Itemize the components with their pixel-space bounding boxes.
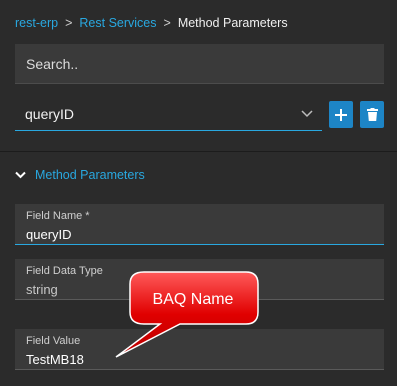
plus-icon <box>335 108 347 121</box>
field-value-input[interactable]: Field Value TestMB18 <box>15 329 384 370</box>
breadcrumb: rest-erp > Rest Services > Method Parame… <box>15 15 288 31</box>
section-divider <box>0 151 397 152</box>
section-header-method-parameters[interactable]: Method Parameters <box>15 166 145 184</box>
add-button[interactable] <box>329 101 353 128</box>
field-name-label: Field Name * <box>26 210 90 222</box>
field-name-value: queryID <box>26 227 72 242</box>
search-input[interactable]: Search.. <box>15 44 384 84</box>
chevron-down-icon <box>301 110 313 118</box>
method-parameters-panel: rest-erp > Rest Services > Method Parame… <box>0 0 397 386</box>
breadcrumb-separator: > <box>163 16 171 30</box>
field-data-type-label: Field Data Type <box>26 265 103 277</box>
breadcrumb-link-rest-erp[interactable]: rest-erp <box>15 16 58 30</box>
delete-button[interactable] <box>360 101 384 128</box>
breadcrumb-separator: > <box>65 16 73 30</box>
field-name-input[interactable]: Field Name * queryID <box>15 204 384 245</box>
field-value-value: TestMB18 <box>26 352 84 367</box>
chevron-down-icon <box>15 171 26 179</box>
field-data-type-value: string <box>26 282 58 297</box>
breadcrumb-current: Method Parameters <box>177 16 288 30</box>
section-title: Method Parameters <box>35 168 145 182</box>
field-value-label: Field Value <box>26 335 81 347</box>
method-select[interactable]: queryID <box>15 98 322 131</box>
search-placeholder: Search.. <box>26 55 79 72</box>
breadcrumb-link-rest-services[interactable]: Rest Services <box>79 16 156 30</box>
trash-icon <box>366 108 378 121</box>
annotation-text: BAQ Name <box>152 291 234 308</box>
method-select-value: queryID <box>25 106 75 122</box>
